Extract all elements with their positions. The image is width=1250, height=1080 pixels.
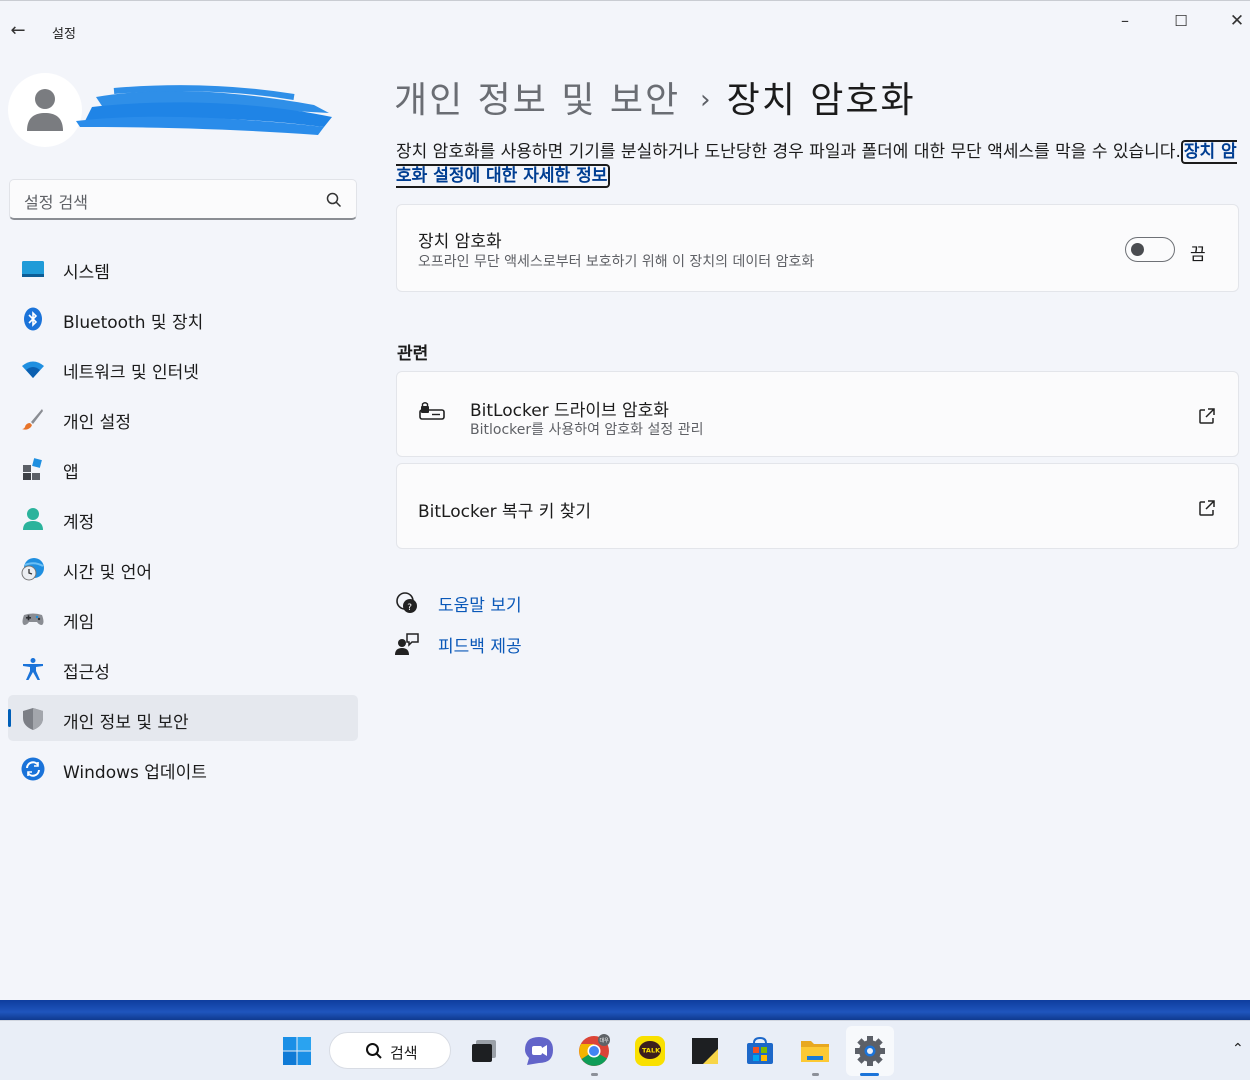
bluetooth-icon bbox=[24, 307, 42, 331]
account-icon bbox=[23, 508, 43, 530]
sidebar-item-label: 네트워크 및 인터넷 bbox=[63, 363, 199, 383]
task-view-icon[interactable] bbox=[468, 1034, 502, 1068]
breadcrumb: 개인 정보 및 보안 › 장치 암호화 bbox=[394, 71, 916, 123]
description-text: 장치 암호화를 사용하면 기기를 분실하거나 도난당한 경우 파일과 폴더에 대… bbox=[396, 142, 1181, 162]
redacted-user-name bbox=[76, 85, 332, 135]
card-title: 장치 암호화 bbox=[418, 232, 502, 252]
wifi-icon bbox=[22, 361, 44, 378]
toggle-state-label: 끔 bbox=[1190, 245, 1206, 265]
taskbar-search[interactable]: 검색 bbox=[329, 1032, 451, 1069]
chevron-up-icon[interactable]: ⌃ bbox=[1232, 1041, 1244, 1057]
windows-start-icon[interactable] bbox=[280, 1034, 314, 1068]
maximize-button[interactable]: ☐ bbox=[1158, 9, 1204, 33]
sidebar-item-apps[interactable]: 앱 bbox=[8, 445, 358, 491]
title-bar: ← 설정 – ☐ ✕ bbox=[0, 1, 1250, 45]
active-indicator bbox=[8, 709, 11, 727]
sidebar-item-time-language[interactable]: 시간 및 언어 bbox=[8, 545, 358, 591]
sidebar-item-label: 시간 및 언어 bbox=[63, 563, 153, 583]
app-title: 설정 bbox=[52, 27, 76, 42]
running-indicator bbox=[812, 1073, 819, 1076]
sidebar-item-label: 앱 bbox=[63, 463, 79, 483]
settings-window: ← 설정 – ☐ ✕ 설정 검색 시스템 Bluetooth 및 장치 네트워크… bbox=[0, 0, 1250, 1000]
sidebar-item-privacy-security[interactable]: 개인 정보 및 보안 bbox=[8, 695, 358, 741]
active-indicator bbox=[860, 1073, 879, 1076]
open-external-icon bbox=[1199, 408, 1215, 424]
search-input[interactable]: 설정 검색 bbox=[24, 189, 88, 213]
taskbar-search-label: 검색 bbox=[390, 1044, 418, 1062]
bitlocker-drive-encryption-link[interactable]: BitLocker 드라이브 암호화 Bitlocker를 사용하여 암호화 설… bbox=[396, 371, 1239, 457]
feedback-label: 피드백 제공 bbox=[438, 637, 522, 657]
sidebar-item-accessibility[interactable]: 접근성 bbox=[8, 645, 358, 691]
search-icon bbox=[366, 1043, 382, 1059]
drive-lock-icon bbox=[419, 402, 445, 420]
settings-icon[interactable] bbox=[853, 1034, 887, 1068]
back-button[interactable]: ← bbox=[6, 19, 30, 43]
page-description: 장치 암호화를 사용하면 기기를 분실하거나 도난당한 경우 파일과 폴더에 대… bbox=[396, 140, 1242, 188]
chrome-icon[interactable]: 대우 bbox=[577, 1034, 611, 1068]
sidebar-item-gaming[interactable]: 게임 bbox=[8, 595, 358, 641]
sidebar-item-network[interactable]: 네트워크 및 인터넷 bbox=[8, 345, 358, 391]
taskbar: 검색 대우 TALK ⌃ bbox=[0, 1020, 1250, 1080]
card-subtitle: Bitlocker를 사용하여 암호화 설정 관리 bbox=[470, 422, 704, 438]
time-language-icon bbox=[21, 558, 44, 581]
kakaotalk-icon[interactable]: TALK bbox=[633, 1034, 667, 1068]
card-title: BitLocker 복구 키 찾기 bbox=[418, 502, 592, 522]
accessibility-icon bbox=[23, 658, 43, 680]
desktop-wallpaper-strip bbox=[0, 1000, 1250, 1020]
search-icon[interactable] bbox=[326, 192, 342, 208]
sidebar-item-label: 개인 설정 bbox=[63, 413, 131, 433]
system-icon bbox=[22, 261, 44, 277]
card-subtitle: 오프라인 무단 액세스로부터 보호하기 위해 이 장치의 데이터 암호화 bbox=[418, 254, 815, 270]
brush-icon bbox=[22, 409, 43, 430]
sidebar-item-label: Windows 업데이트 bbox=[63, 763, 207, 783]
toggle-knob bbox=[1131, 243, 1144, 256]
avatar[interactable] bbox=[8, 73, 82, 147]
minimize-button[interactable]: – bbox=[1102, 9, 1148, 33]
gamepad-icon bbox=[22, 613, 44, 625]
breadcrumb-parent[interactable]: 개인 정보 및 보안 bbox=[394, 80, 680, 121]
sidebar-item-label: 개인 정보 및 보안 bbox=[63, 713, 189, 733]
feedback-icon bbox=[395, 633, 419, 655]
settings-search-box[interactable]: 설정 검색 bbox=[9, 179, 357, 220]
running-indicator bbox=[591, 1073, 598, 1076]
sidebar-item-personalization[interactable]: 개인 설정 bbox=[8, 395, 358, 441]
sidebar-item-label: 접근성 bbox=[63, 663, 110, 683]
sidebar-item-label: 시스템 bbox=[63, 263, 110, 283]
sidebar-item-system[interactable]: 시스템 bbox=[8, 245, 358, 291]
help-label: 도움말 보기 bbox=[438, 596, 522, 616]
sidebar-item-label: Bluetooth 및 장치 bbox=[63, 313, 204, 333]
apps-icon bbox=[23, 458, 42, 480]
open-external-icon bbox=[1199, 500, 1215, 516]
store-icon[interactable] bbox=[743, 1034, 777, 1068]
kakaotalk-label: TALK bbox=[642, 1047, 661, 1055]
sidebar-item-accounts[interactable]: 계정 bbox=[8, 495, 358, 541]
shield-icon bbox=[23, 708, 43, 730]
sidebar-item-windows-update[interactable]: Windows 업데이트 bbox=[8, 745, 358, 791]
device-encryption-toggle[interactable] bbox=[1125, 237, 1175, 262]
close-button[interactable]: ✕ bbox=[1214, 9, 1250, 33]
user-silhouette-icon bbox=[27, 89, 63, 131]
sidebar-item-label: 계정 bbox=[63, 513, 95, 533]
help-icon: ? bbox=[396, 592, 417, 613]
sidebar-item-label: 게임 bbox=[63, 613, 95, 633]
bitlocker-recovery-key-link[interactable]: BitLocker 복구 키 찾기 bbox=[396, 463, 1239, 549]
chevron-right-icon: › bbox=[700, 85, 711, 115]
file-explorer-icon[interactable] bbox=[798, 1034, 832, 1068]
svg-text:?: ? bbox=[407, 603, 412, 613]
sidebar-nav: 시스템 Bluetooth 및 장치 네트워크 및 인터넷 개인 설정 앱 계정… bbox=[8, 245, 358, 795]
sidebar-item-bluetooth[interactable]: Bluetooth 및 장치 bbox=[8, 295, 358, 341]
card-title: BitLocker 드라이브 암호화 bbox=[470, 401, 669, 421]
related-heading: 관련 bbox=[397, 344, 429, 364]
update-icon bbox=[21, 757, 45, 781]
chrome-profile-badge: 대우 bbox=[600, 1037, 610, 1044]
page-title: 장치 암호화 bbox=[726, 80, 916, 121]
teams-chat-icon[interactable] bbox=[522, 1034, 556, 1068]
sticky-notes-icon[interactable] bbox=[688, 1034, 722, 1068]
device-encryption-card: 장치 암호화 오프라인 무단 액세스로부터 보호하기 위해 이 장치의 데이터 … bbox=[396, 204, 1239, 292]
